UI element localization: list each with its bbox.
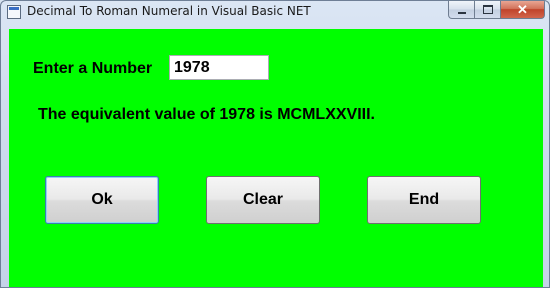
minimize-icon xyxy=(457,11,466,14)
clear-button[interactable]: Clear xyxy=(206,176,320,224)
end-button[interactable]: End xyxy=(367,176,481,224)
app-window: Decimal To Roman Numeral in Visual Basic… xyxy=(0,0,550,288)
caption-buttons: ✕ xyxy=(448,1,545,20)
enter-number-label: Enter a Number xyxy=(33,60,153,77)
app-icon[interactable] xyxy=(7,5,21,19)
close-button[interactable]: ✕ xyxy=(501,1,545,19)
maximize-icon xyxy=(482,5,493,14)
window-title: Decimal To Roman Numeral in Visual Basic… xyxy=(27,4,311,18)
form-client-area: Enter a Number The equivalent value of 1… xyxy=(9,29,543,287)
title-bar[interactable]: Decimal To Roman Numeral in Visual Basic… xyxy=(1,1,549,25)
maximize-button[interactable] xyxy=(475,1,501,19)
number-input[interactable] xyxy=(169,55,269,80)
minimize-button[interactable] xyxy=(448,1,475,19)
ok-button[interactable]: Ok xyxy=(45,176,159,224)
result-label: The equivalent value of 1978 is MCMLXXVI… xyxy=(38,106,375,123)
close-icon: ✕ xyxy=(517,1,528,17)
